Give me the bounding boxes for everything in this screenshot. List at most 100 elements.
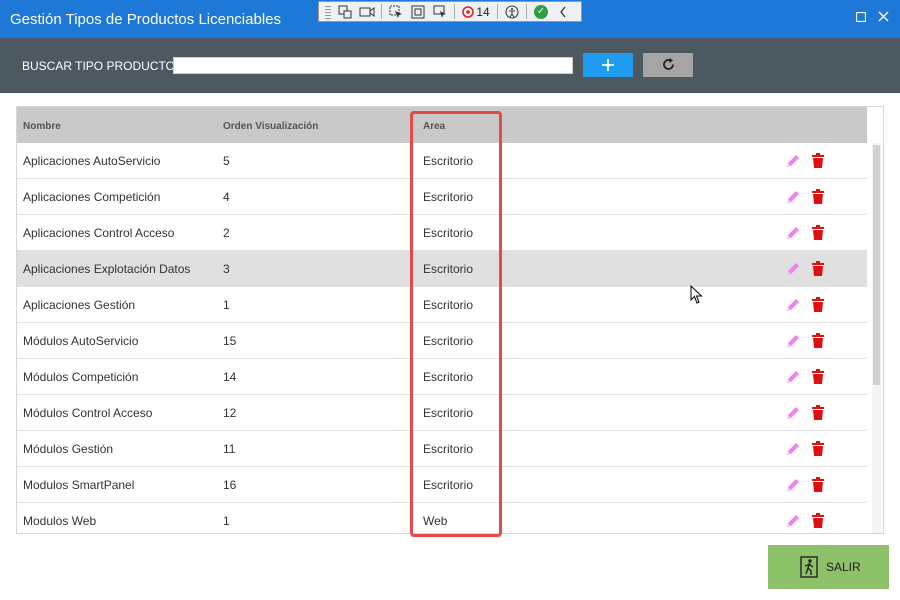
table-body: Aplicaciones AutoServicio 5 Escritorio Apli…	[17, 143, 867, 533]
cell-orden: 4	[223, 190, 230, 204]
cell-orden: 3	[223, 262, 230, 276]
cell-orden: 11	[223, 442, 236, 456]
cell-area: Escritorio	[423, 298, 474, 312]
debug-toolbar: 14 ✓	[318, 1, 582, 22]
edit-icon[interactable]	[785, 477, 801, 493]
cell-orden: 1	[223, 514, 230, 528]
binding-failures-count: 14	[476, 4, 490, 19]
cell-nombre: Aplicaciones Explotación Datos	[23, 262, 191, 276]
cell-nombre: Módulos Competición	[23, 370, 139, 384]
delete-icon[interactable]	[812, 477, 824, 492]
edit-icon[interactable]	[785, 369, 801, 385]
delete-icon[interactable]	[812, 333, 824, 348]
cell-nombre: Modulos SmartPanel	[23, 478, 135, 492]
toolbar-separator	[454, 4, 455, 19]
cell-area: Escritorio	[423, 262, 474, 276]
scrollbar-thumb[interactable]	[873, 145, 880, 385]
table-row[interactable]: Módulos Competición 14 Escritorio	[17, 359, 867, 395]
product-types-grid: Nombre Orden Visualización Area Aplicaci…	[16, 106, 884, 534]
toolbar-separator	[526, 4, 527, 19]
table-row[interactable]: Aplicaciones AutoServicio 5 Escritorio	[17, 143, 867, 179]
delete-icon[interactable]	[812, 297, 824, 312]
column-header-nombre[interactable]: Nombre	[23, 121, 61, 132]
edit-icon[interactable]	[785, 441, 801, 457]
toolbar-separator	[497, 4, 498, 19]
maximize-icon[interactable]	[851, 8, 871, 28]
table-row[interactable]: Módulos AutoServicio 15 Escritorio	[17, 323, 867, 359]
accessibility-icon[interactable]	[504, 4, 520, 20]
delete-icon[interactable]	[812, 153, 824, 168]
cell-orden: 16	[223, 478, 237, 492]
cell-nombre: Modulos Web	[23, 514, 97, 528]
table-row[interactable]: Aplicaciones Gestión 1 Escritorio	[17, 287, 867, 323]
cell-area: Escritorio	[423, 190, 474, 204]
close-icon[interactable]	[873, 8, 893, 28]
cell-orden: 2	[223, 226, 230, 240]
edit-icon[interactable]	[785, 153, 801, 169]
table-row[interactable]: Módulos Gestión 11 Escritorio	[17, 431, 867, 467]
cell-orden: 12	[223, 406, 237, 420]
delete-icon[interactable]	[812, 369, 824, 384]
cell-area: Web	[423, 514, 448, 528]
delete-icon[interactable]	[812, 441, 824, 456]
binding-failures-icon[interactable]: 14	[461, 4, 491, 20]
table-row[interactable]: Aplicaciones Competición 4 Escritorio	[17, 179, 867, 215]
cell-orden: 14	[223, 370, 237, 384]
refresh-icon	[662, 58, 674, 70]
live-tree-icon[interactable]	[337, 4, 353, 20]
cell-nombre: Aplicaciones Control Acceso	[23, 226, 175, 240]
exit-button[interactable]: SALIR	[768, 545, 889, 589]
edit-icon[interactable]	[785, 405, 801, 421]
cell-area: Escritorio	[423, 442, 474, 456]
search-bar: BUSCAR TIPO PRODUCTO	[0, 38, 900, 93]
chevron-left-icon[interactable]	[555, 4, 571, 20]
delete-icon[interactable]	[812, 261, 824, 276]
window-title: Gestión Tipos de Productos Licenciables	[10, 11, 281, 28]
edit-icon[interactable]	[785, 333, 801, 349]
cell-nombre: Módulos Control Acceso	[23, 406, 153, 420]
cell-nombre: Aplicaciones AutoServicio	[23, 154, 161, 168]
table-row[interactable]: Modulos Web 1 Web	[17, 503, 867, 533]
cell-nombre: Módulos Gestión	[23, 442, 114, 456]
cell-orden: 5	[223, 154, 230, 168]
delete-icon[interactable]	[812, 189, 824, 204]
layout-adorner-icon[interactable]	[410, 4, 426, 20]
edit-icon[interactable]	[785, 297, 801, 313]
data-table: Nombre Orden Visualización Area Aplicaci…	[17, 107, 867, 533]
edit-icon[interactable]	[785, 225, 801, 241]
search-input[interactable]	[173, 57, 573, 74]
delete-icon[interactable]	[812, 405, 824, 420]
exit-door-icon	[800, 556, 818, 578]
delete-icon[interactable]	[812, 513, 824, 528]
delete-icon[interactable]	[812, 225, 824, 240]
cell-area: Escritorio	[423, 370, 474, 384]
column-header-area[interactable]: Area	[423, 121, 445, 132]
select-element-icon[interactable]	[388, 4, 404, 20]
cell-nombre: Aplicaciones Gestión	[23, 298, 136, 312]
exit-label: SALIR	[826, 560, 861, 574]
cell-area: Escritorio	[423, 154, 474, 168]
cell-area: Escritorio	[423, 406, 474, 420]
cell-nombre: Aplicaciones Competición	[23, 190, 161, 204]
table-row[interactable]: Aplicaciones Control Acceso 2 Escritorio	[17, 215, 867, 251]
check-icon[interactable]: ✓	[533, 4, 549, 20]
drag-handle-icon[interactable]	[325, 4, 331, 19]
cell-nombre: Módulos AutoServicio	[23, 334, 139, 348]
plus-icon	[602, 59, 614, 71]
edit-icon[interactable]	[785, 513, 801, 529]
table-header: Nombre Orden Visualización Area	[17, 107, 867, 143]
table-row[interactable]: Módulos Control Acceso 12 Escritorio	[17, 395, 867, 431]
edit-icon[interactable]	[785, 261, 801, 277]
cell-orden: 15	[223, 334, 237, 348]
cell-area: Escritorio	[423, 334, 474, 348]
edit-icon[interactable]	[785, 189, 801, 205]
video-icon[interactable]	[359, 4, 375, 20]
track-focus-icon[interactable]	[432, 4, 448, 20]
add-button[interactable]	[583, 53, 633, 77]
table-row[interactable]: Modulos SmartPanel 16 Escritorio	[17, 467, 867, 503]
refresh-button[interactable]	[643, 53, 693, 77]
column-header-orden[interactable]: Orden Visualización	[223, 121, 318, 132]
table-row[interactable]: Aplicaciones Explotación Datos 3 Escritori…	[17, 251, 867, 287]
vertical-scrollbar[interactable]	[872, 143, 881, 533]
cell-orden: 1	[223, 298, 230, 312]
